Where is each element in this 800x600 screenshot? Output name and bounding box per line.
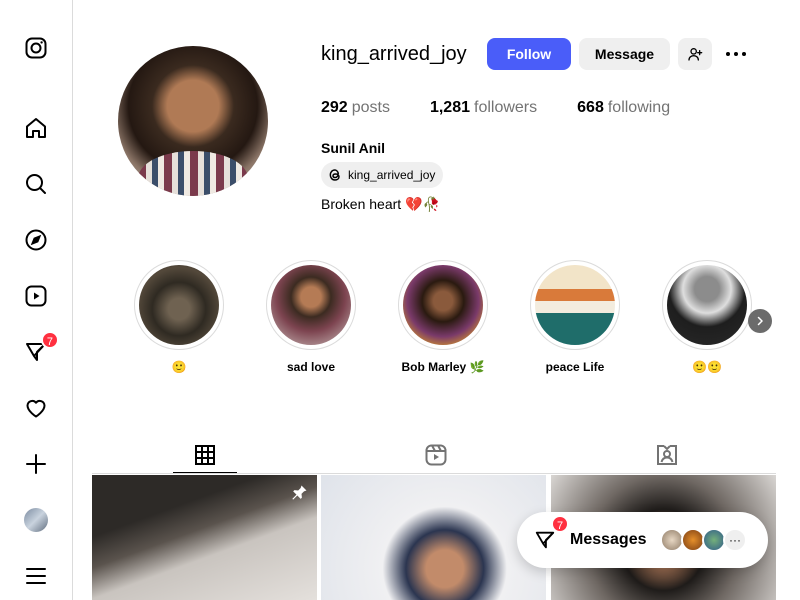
followers-count: 1,281	[429, 99, 470, 116]
highlight-ring	[266, 260, 356, 350]
messages-button[interactable]: 7 Messages ···	[517, 512, 768, 568]
more-options-icon[interactable]	[724, 42, 748, 66]
follow-button[interactable]: Follow	[487, 38, 571, 70]
search-icon[interactable]	[24, 172, 48, 196]
highlight-item[interactable]: 🙂	[134, 260, 224, 374]
posts-count: 292	[321, 99, 348, 116]
highlight-label: 🙂	[171, 360, 187, 374]
avatar	[24, 508, 48, 532]
highlight-item[interactable]: Bob Marley 🌿	[398, 260, 488, 374]
reels-tab[interactable]	[404, 437, 468, 473]
highlight-label: 🙂🙂	[692, 360, 722, 374]
highlight-label: sad love	[286, 360, 336, 374]
following-label: following	[607, 99, 671, 116]
more-avatars: ···	[723, 528, 747, 552]
reels-icon	[425, 444, 447, 466]
tabs-divider	[92, 473, 776, 474]
grid-icon	[195, 444, 215, 465]
sidebar-nav: 7	[0, 0, 73, 600]
explore-icon[interactable]	[24, 228, 48, 252]
suggested-users-button[interactable]	[678, 38, 712, 70]
following-stat[interactable]: 668 following	[577, 99, 670, 117]
reels-icon[interactable]	[24, 284, 48, 308]
notifications-badge: 7	[40, 331, 59, 349]
message-button[interactable]: Message	[579, 38, 670, 70]
posts-stat: 292 posts	[321, 99, 390, 117]
followers-stat[interactable]: 1,281 followers	[430, 99, 537, 117]
profile-picture-shirt	[138, 151, 248, 196]
highlight-label: peace Life	[545, 360, 605, 374]
messages-avatars: ···	[660, 528, 747, 552]
threads-link[interactable]: king_arrived_joy	[321, 162, 444, 188]
messages-label: Messages	[570, 531, 647, 548]
tagged-tab[interactable]	[635, 437, 699, 473]
tagged-icon	[657, 445, 677, 465]
menu-icon[interactable]	[24, 564, 48, 588]
highlight-cover	[403, 265, 483, 345]
full-name: Sunil Anil	[321, 140, 386, 156]
highlights-next-button[interactable]	[748, 309, 772, 333]
threads-icon	[329, 169, 340, 181]
highlight-item[interactable]: 🙂🙂	[662, 260, 752, 374]
posts-label: posts	[351, 99, 390, 116]
threads-handle: king_arrived_joy	[348, 168, 436, 182]
instagram-logo-icon[interactable]	[24, 36, 48, 60]
profile-avatar[interactable]	[24, 508, 48, 532]
add-user-icon	[688, 48, 703, 61]
home-icon[interactable]	[24, 116, 48, 140]
highlight-item[interactable]: sad love	[266, 260, 356, 374]
post-thumbnail[interactable]	[321, 475, 546, 600]
profile-picture[interactable]	[118, 46, 268, 196]
messenger-icon[interactable]: 7	[24, 331, 59, 364]
followers-label: followers	[474, 99, 538, 116]
profile-stats: 292 posts 1,281 followers 668 following	[321, 99, 710, 117]
heart-icon[interactable]	[24, 396, 48, 420]
messages-badge: 7	[551, 515, 569, 533]
highlight-cover	[271, 265, 351, 345]
username: king_arrived_joy	[321, 43, 467, 65]
highlight-ring	[530, 260, 620, 350]
highlight-cover	[535, 265, 615, 345]
bio: Broken heart 💔🥀	[321, 196, 440, 212]
highlight-ring	[662, 260, 752, 350]
chevron-right-icon	[757, 316, 763, 326]
pin-icon	[292, 485, 307, 500]
following-count: 668	[577, 99, 604, 116]
highlight-ring	[134, 260, 224, 350]
messenger-icon: 7	[534, 515, 569, 551]
highlight-label: Bob Marley 🌿	[401, 360, 485, 374]
create-icon[interactable]	[24, 452, 48, 476]
posts-tab[interactable]	[173, 437, 237, 473]
highlight-cover	[139, 265, 219, 345]
highlight-ring	[398, 260, 488, 350]
highlight-cover	[667, 265, 747, 345]
post-thumbnail[interactable]	[92, 475, 317, 600]
highlight-item[interactable]: peace Life	[530, 260, 620, 374]
